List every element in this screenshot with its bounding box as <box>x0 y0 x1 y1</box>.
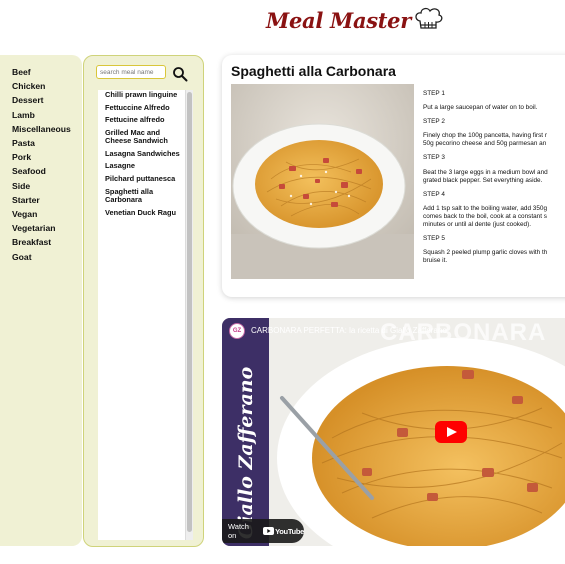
video-thumbnail <box>222 318 565 546</box>
meal-list-item[interactable]: Lasagne <box>105 161 181 170</box>
logo-text: Meal Master <box>266 7 412 33</box>
step-line: bruise it. <box>423 257 448 265</box>
step-heading: STEP 2 <box>423 118 445 126</box>
meal-list-item[interactable]: Fettucine alfredo <box>105 115 181 124</box>
category-item[interactable]: Goat <box>12 250 82 264</box>
category-item[interactable]: Starter <box>12 193 82 207</box>
channel-avatar[interactable]: GZ <box>229 323 245 339</box>
app-logo: Meal Master <box>266 6 443 34</box>
category-sidebar: Beef Chicken Dessert Lamb Miscellaneous Pasta… <box>0 55 82 546</box>
step-line: minutes or until al dente (just cooked). <box>423 221 531 229</box>
category-item[interactable]: Miscellaneous <box>12 122 82 136</box>
meal-list-scrollbar[interactable] <box>185 90 193 540</box>
step-line: Put a large saucepan of water on to boil… <box>423 104 538 112</box>
step-heading: STEP 1 <box>423 90 445 97</box>
step-text: Put a large saucepan of water on to boil… <box>423 104 565 112</box>
category-item[interactable]: Chicken <box>12 79 82 93</box>
meal-list-item[interactable]: Chilli prawn linguine <box>105 90 181 99</box>
step-text: Squash 2 peeled plump garlic cloves with… <box>423 249 565 265</box>
step-text: Finely chop the 100g pancetta, having fi… <box>423 132 565 148</box>
category-item[interactable]: Vegetarian <box>12 221 82 235</box>
brand-vertical-text: Giallo Zafferano <box>235 366 257 539</box>
meal-list-item[interactable]: Grilled Mac and Cheese Sandwich <box>105 128 181 146</box>
search-input[interactable] <box>96 65 166 79</box>
step-line: grated black pepper. Set everything asid… <box>423 176 543 184</box>
step-line: 50g pecorino cheese and 50g parmesan an <box>423 140 547 148</box>
category-item[interactable]: Side <box>12 179 82 193</box>
recipe-card: Spaghetti alla Carbonara STEP 1 Put a lar… <box>222 55 565 297</box>
step-text: Add 1 tsp salt to the boiling water, add… <box>423 205 565 229</box>
meal-list-box: Chilli prawn linguine Fettuccine Alfredo F… <box>98 90 193 540</box>
search-button[interactable] <box>172 66 188 82</box>
step-line: Finely chop the 100g pancetta, having fi… <box>423 132 547 140</box>
category-item[interactable]: Vegan <box>12 207 82 221</box>
meal-list: Chilli prawn linguine Fettuccine Alfredo F… <box>98 90 193 217</box>
video-embed[interactable]: GZ CARBONARA PERFETTA: la ricetta di Gia… <box>222 318 565 546</box>
youtube-wordmark: YouTube <box>275 526 304 536</box>
youtube-logo: YouTube <box>263 527 304 536</box>
meal-list-item[interactable]: Spaghetti alla Carbonara <box>105 187 181 205</box>
step-line: Squash 2 peeled plump garlic cloves with… <box>423 249 548 257</box>
step-text: Beat the 3 large eggs in a medium bowl a… <box>423 169 565 185</box>
step-heading: STEP 5 <box>423 235 445 243</box>
meal-list-item[interactable]: Venetian Duck Ragu <box>105 208 181 217</box>
youtube-icon <box>263 527 275 535</box>
meal-list-item[interactable]: Lasagna Sandwiches <box>105 149 181 158</box>
channel-badge: GZ <box>232 328 242 334</box>
watch-on-label: Watch on <box>228 522 249 540</box>
category-item[interactable]: Dessert <box>12 93 82 107</box>
step-line: Add 1 tsp salt to the boiling water, add… <box>423 204 547 212</box>
meal-search-panel: Chilli prawn linguine Fettuccine Alfredo F… <box>83 55 204 547</box>
category-list: Beef Chicken Dessert Lamb Miscellaneous Pasta… <box>0 55 82 264</box>
step-heading: STEP 4 <box>423 190 445 198</box>
category-item[interactable]: Breakfast <box>12 235 82 249</box>
category-item[interactable]: Pasta <box>12 136 82 150</box>
meal-list-item[interactable]: Fettuccine Alfredo <box>105 103 181 112</box>
scrollbar-thumb[interactable] <box>187 92 192 532</box>
recipe-title: Spaghetti alla Carbonara <box>231 63 396 79</box>
step-line: comes back to the boil, cook at a consta… <box>423 212 547 220</box>
video-overlay-text: CARBONARA <box>380 319 547 346</box>
search-icon <box>173 67 188 82</box>
chef-hat-icon <box>415 7 443 29</box>
play-icon[interactable] <box>435 421 467 443</box>
category-item[interactable]: Seafood <box>12 164 82 178</box>
watch-on-youtube[interactable]: Watch on YouTube <box>222 519 304 543</box>
category-item[interactable]: Lamb <box>12 108 82 122</box>
category-item[interactable]: Pork <box>12 150 82 164</box>
category-item[interactable]: Beef <box>12 65 82 79</box>
recipe-steps: STEP 1 Put a large saucepan of water on t… <box>423 90 565 265</box>
step-line: Beat the 3 large eggs in a medium bowl a… <box>423 168 548 176</box>
step-heading: STEP 3 <box>423 154 445 162</box>
meal-list-item[interactable]: Pilchard puttanesca <box>105 174 181 183</box>
recipe-image <box>231 84 414 279</box>
